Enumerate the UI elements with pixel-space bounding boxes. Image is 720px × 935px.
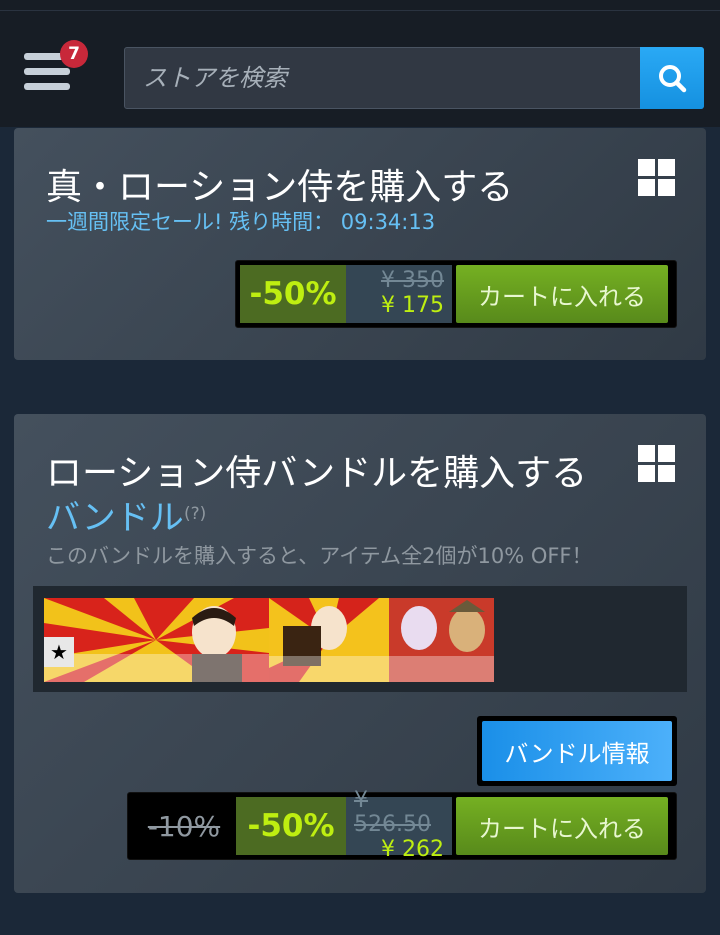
menu-icon-bar <box>24 83 70 90</box>
bundle-item-image-1[interactable] <box>44 598 269 682</box>
menu-icon-bar <box>24 68 70 75</box>
bundle-help-link[interactable]: (?) <box>184 504 206 524</box>
purchase-title: 真・ローション侍を購入する <box>46 167 514 208</box>
bundle-price-box: -10% -50% ¥ 526.50 ¥ 262 カートに入れる <box>127 789 677 862</box>
bundle-description: このバンドルを購入すると、アイテム全2個が10% OFF！ <box>46 544 593 568</box>
price-stack: ¥ 526.50 ¥ 262 <box>346 789 452 862</box>
menu-button[interactable]: 7 <box>22 40 88 99</box>
bundle-label: バンドル <box>46 498 184 538</box>
price-box: -50% ¥ 350 ¥ 175 カートに入れる <box>235 260 677 328</box>
game-purchase-card: 真・ローション侍を購入する 一週間限定セール! 残り時間： 09:34:13 -… <box>14 128 706 360</box>
discount-pct: -50% <box>236 797 346 855</box>
top-border <box>0 0 720 11</box>
sale-countdown: 一週間限定セール! 残り時間： 09:34:13 <box>46 210 436 234</box>
owned-item-star-icon: ★ <box>44 637 74 667</box>
search-box <box>124 47 704 109</box>
search-input[interactable] <box>125 48 641 108</box>
bundle-purchase-card: ローション侍バンドルを購入する バンドル (?) このバンドルを購入すると、アイ… <box>14 414 706 893</box>
bundle-info-wrap: バンドル情報 <box>477 716 677 786</box>
windows-icon <box>638 159 676 197</box>
final-price: ¥ 262 <box>381 837 444 862</box>
notification-badge: 7 <box>60 40 88 68</box>
add-bundle-to-cart-button[interactable]: カートに入れる <box>456 797 668 855</box>
original-price: ¥ 350 <box>381 268 444 293</box>
site-header: 7 <box>0 11 720 127</box>
search-icon <box>659 65 687 93</box>
final-price: ¥ 175 <box>381 293 444 318</box>
bundle-title: ローション侍バンドルを購入する <box>46 453 588 494</box>
windows-icon <box>638 445 676 483</box>
original-price: ¥ 526.50 <box>354 788 431 837</box>
search-button[interactable] <box>640 47 704 109</box>
add-to-cart-button[interactable]: カートに入れる <box>456 265 668 323</box>
bundle-items-strip: ★ <box>33 586 687 692</box>
bundle-item-image-2[interactable] <box>269 598 494 682</box>
bundle-discount-pct: -10% <box>132 797 236 855</box>
price-stack: ¥ 350 ¥ 175 <box>346 265 452 323</box>
bundle-info-button[interactable]: バンドル情報 <box>482 721 672 781</box>
discount-pct: -50% <box>240 265 346 323</box>
